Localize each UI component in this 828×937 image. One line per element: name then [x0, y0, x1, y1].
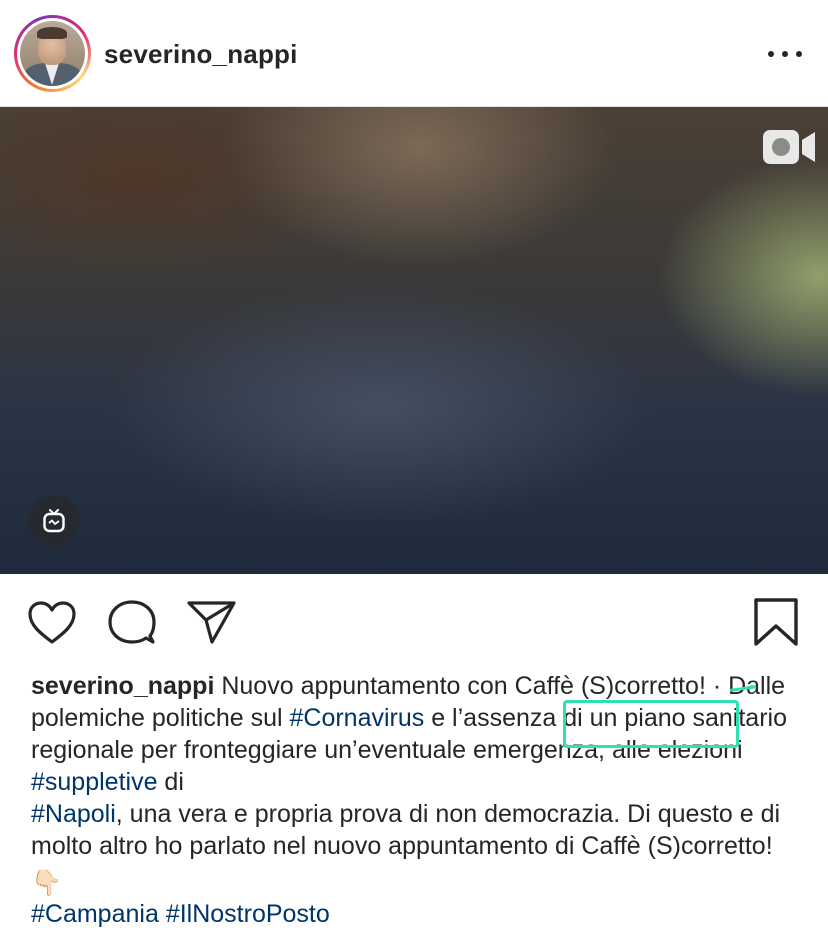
more-options-button[interactable] — [765, 40, 805, 68]
igtv-icon — [43, 509, 65, 533]
hashtag-cornavirus[interactable]: #Cornavirus — [289, 704, 424, 732]
hashtag-campania[interactable]: #Campania — [31, 900, 159, 928]
more-horizontal-icon — [768, 51, 774, 57]
hashtag-suppletive[interactable]: #suppletive — [31, 768, 157, 796]
caption-text-3: di — [157, 768, 184, 796]
caption-author[interactable]: severino_nappi — [31, 672, 214, 700]
comment-icon[interactable] — [106, 598, 158, 648]
post-video[interactable] — [0, 107, 828, 574]
highlight-box — [563, 700, 739, 748]
caption-text-4: , una vera e propria prova di non democr… — [31, 800, 781, 860]
hashtag-napoli[interactable]: #Napoli — [31, 800, 116, 828]
bookmark-icon[interactable] — [750, 598, 802, 648]
action-bar — [0, 574, 828, 668]
post-header: severino_nappi — [0, 0, 828, 107]
hashtag-ilnostroposto[interactable]: #IlNostroPosto — [166, 900, 330, 928]
igtv-button[interactable] — [28, 495, 80, 547]
caption-tags-line: #Campania #IlNostroPosto — [31, 898, 330, 930]
profile-photo — [20, 21, 85, 86]
heart-icon[interactable] — [26, 598, 78, 648]
pointing-down-emoji: 👇🏻 — [31, 869, 63, 897]
username[interactable]: severino_nappi — [104, 39, 298, 70]
video-camera-icon — [763, 130, 815, 164]
paper-plane-icon[interactable] — [186, 598, 238, 648]
avatar[interactable] — [14, 15, 91, 92]
